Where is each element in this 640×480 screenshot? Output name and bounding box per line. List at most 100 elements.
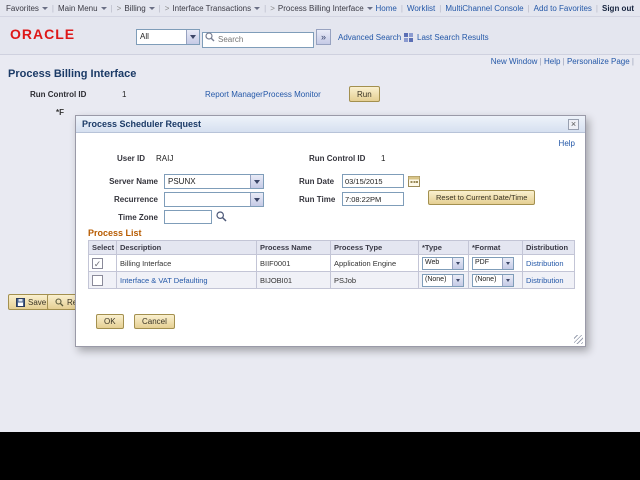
run-date-label: Run Date [299,177,334,186]
caret-down-icon [101,7,107,13]
row-format-value: PDF [473,258,502,269]
nav-worklist[interactable]: Worklist [407,4,435,13]
oracle-logo: ORACLE [10,26,75,42]
process-scheduler-request-dialog: Process Scheduler Request × Help User ID… [75,115,586,347]
application-window: Favorites | Main Menu | > Billing | > In… [0,0,640,480]
save-button-label: Save [28,298,46,307]
nav-home[interactable]: Home [376,4,397,13]
breadcrumb-item-billing[interactable]: Billing [124,4,154,13]
breadcrumb-item-favorites[interactable]: Favorites [6,4,48,13]
ok-button[interactable]: OK [96,314,124,329]
advanced-search-link[interactable]: Advanced Search [338,33,401,42]
top-nav: Home | Worklist | MultiChannel Console |… [376,4,634,13]
run-date-input[interactable] [342,174,404,188]
time-zone-input[interactable] [164,210,212,224]
row-process-type: PSJob [331,272,419,289]
dropdown-arrow-icon[interactable] [250,175,263,188]
search-scope-value: All [137,30,186,44]
server-name-select[interactable]: PSUNX [164,174,264,189]
server-name-value: PSUNX [165,175,250,188]
breadcrumb-separator: | [111,4,113,13]
nav-add-to-favorites[interactable]: Add to Favorites [534,4,592,13]
dropdown-arrow-icon[interactable] [502,258,513,269]
caret-down-icon [149,7,155,13]
nav-sign-out[interactable]: Sign out [602,4,634,13]
help-link[interactable]: Help [544,57,565,66]
search-icon [205,32,215,42]
table-row: ✓ Billing Interface BIIF0001 Application… [89,255,575,272]
breadcrumb-item-interface-transactions[interactable]: Interface Transactions [172,4,260,13]
user-id-label: User ID [117,154,145,163]
row-format-select[interactable]: PDF [472,257,514,270]
row-type-value: Web [423,258,452,269]
page-title: Process Billing Interface [8,68,136,80]
page-links: New Window Help Personalize Page [491,57,634,66]
breadcrumb-label: Billing [124,4,145,13]
time-zone-label: Time Zone [76,213,158,222]
table-header-row: Select Description Process Name Process … [89,241,575,255]
dropdown-arrow-icon[interactable] [502,275,513,286]
dropdown-arrow-icon[interactable] [452,275,463,286]
row-distribution-link[interactable]: Distribution [526,276,564,285]
dropdown-arrow-icon[interactable] [250,193,263,206]
caret-down-icon [254,7,260,13]
col-format: *Format [469,241,523,255]
chevron-right-icon: > [117,4,122,13]
nav-separator: | [528,4,530,13]
search-scope-select[interactable]: All [136,29,200,45]
row-type-select[interactable]: Web [422,257,464,270]
run-time-label: Run Time [299,195,335,204]
nav-multichannel-console[interactable]: MultiChannel Console [445,4,523,13]
resize-handle-icon[interactable] [574,335,583,344]
reset-date-time-button[interactable]: Reset to Current Date/Time [428,190,535,205]
col-process-type: Process Type [331,241,419,255]
breadcrumb-label: Interface Transactions [172,4,251,13]
breadcrumb-separator: | [52,4,54,13]
row-select-checkbox[interactable]: ✓ [92,258,103,269]
col-process-name: Process Name [257,241,331,255]
breadcrumb-separator: | [159,4,161,13]
recurrence-select[interactable] [164,192,264,207]
process-monitor-link[interactable]: Process Monitor [263,90,321,99]
last-search-results-link[interactable]: Last Search Results [417,33,489,42]
dropdown-arrow-icon[interactable] [186,30,199,44]
lookup-magnifier-icon[interactable] [216,211,227,222]
search-input[interactable] [202,32,314,48]
nav-separator: | [596,4,598,13]
personalize-page-link[interactable]: Personalize Page [567,57,634,66]
dialog-title: Process Scheduler Request [82,119,201,129]
cancel-button[interactable]: Cancel [134,314,175,329]
run-button[interactable]: Run [349,86,380,102]
row-format-value: (None) [473,275,502,286]
run-control-id-value: 1 [122,90,126,99]
chevron-right-icon: > [165,4,170,13]
dialog-run-control-id-value: 1 [381,154,385,163]
col-distribution: Distribution [523,241,575,255]
table-row: Interface & VAT Defaulting BIJOBI01 PSJo… [89,272,575,289]
row-distribution-link[interactable]: Distribution [526,259,564,268]
row-type-select[interactable]: (None) [422,274,464,287]
breadcrumb-separator: | [264,4,266,13]
col-description: Description [117,241,257,255]
breadcrumb-item-main-menu[interactable]: Main Menu [58,4,107,13]
recurrence-label: Recurrence [76,195,158,204]
run-control-id-label: Run Control ID [30,90,86,99]
search-go-button[interactable]: » [316,29,331,45]
chevron-right-icon: > [270,4,275,13]
dropdown-arrow-icon[interactable] [452,258,463,269]
process-list-title: Process List [88,228,142,238]
recurrence-value [165,193,250,206]
breadcrumb-item-process-billing-interface[interactable]: Process Billing Interface [278,4,373,13]
run-time-input[interactable] [342,192,404,206]
caret-down-icon [42,7,48,13]
row-select-checkbox[interactable] [92,275,103,286]
new-window-link[interactable]: New Window [491,57,542,66]
close-icon[interactable]: × [568,119,579,130]
report-manager-link[interactable]: Report Manager [205,90,263,99]
calendar-icon[interactable] [408,175,420,187]
row-format-select[interactable]: (None) [472,274,514,287]
dialog-help-link[interactable]: Help [559,139,575,148]
screen-letterbox [0,432,640,480]
row-process-name: BIJOBI01 [257,272,331,289]
row-description-link[interactable]: Interface & VAT Defaulting [120,276,208,285]
